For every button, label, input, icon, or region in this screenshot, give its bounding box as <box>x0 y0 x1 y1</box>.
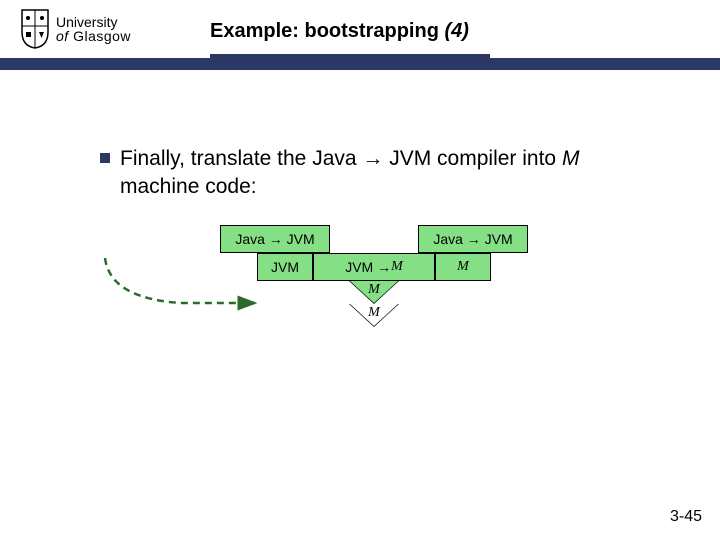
university-logo: University of Glasgow <box>20 8 131 50</box>
crest-icon <box>20 8 50 50</box>
box-target-impl: M <box>435 253 491 281</box>
slide-title: Example: bootstrapping (4) <box>210 20 469 43</box>
logo-text: University of Glasgow <box>56 15 131 43</box>
bullet-pre: Finally, translate the Java → JVM compil… <box>120 147 562 170</box>
bullet-post: machine code: <box>120 175 257 198</box>
tri-machine-label: M <box>366 305 382 321</box>
box-target-compiler-top: Java → JVM <box>418 225 528 253</box>
logo-line2: of Glasgow <box>56 29 131 43</box>
page-number: 3-45 <box>670 508 702 526</box>
bullet-m: M <box>562 147 580 170</box>
title-suffix: (4) <box>444 20 468 42</box>
box-source-compiler-top: Java → JVM <box>220 225 330 253</box>
bullet-text: Finally, translate the Java → JVM compil… <box>120 145 660 202</box>
box-translator-pre: JVM → <box>345 259 391 275</box>
title-prefix: Example: bootstrapping <box>210 20 444 42</box>
header-bar-accent <box>210 54 490 58</box>
box-translator-m: M <box>391 259 403 275</box>
bullet-item: Finally, translate the Java → JVM compil… <box>100 145 660 202</box>
slide-content: Finally, translate the Java → JVM compil… <box>100 145 660 202</box>
slide-header: University of Glasgow Example: bootstrap… <box>0 0 720 72</box>
box-translator: JVM → M <box>313 253 435 281</box>
tombstone-diagram: Java → JVM Java → JVM JVM JVM → M M M M <box>130 225 630 395</box>
header-bar <box>0 58 720 70</box>
logo-line1: University <box>56 15 131 29</box>
tri-translator-label: M <box>366 282 382 298</box>
bullet-square-icon <box>100 153 110 163</box>
dashed-arrow <box>100 253 280 313</box>
